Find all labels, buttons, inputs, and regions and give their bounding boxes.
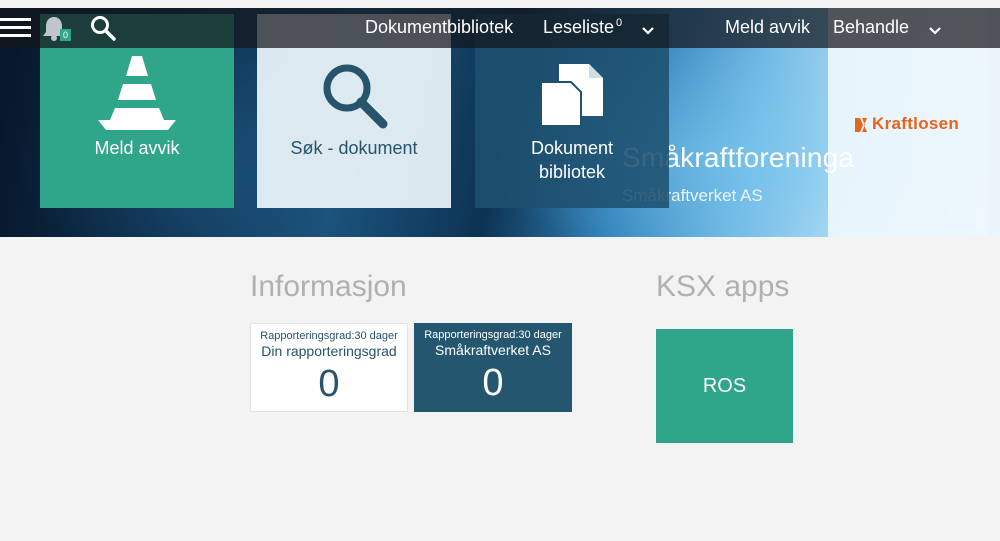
card-value: 0	[482, 362, 504, 404]
card-caption: Rapporteringsgrad:30 dager	[424, 329, 562, 341]
card-value: 0	[318, 363, 340, 405]
nav-behandle[interactable]: Behandle	[833, 17, 909, 38]
nav-leseliste-label: Leseliste	[543, 17, 615, 37]
notifications-bell-icon[interactable]: 0	[40, 14, 74, 44]
chevron-down-icon[interactable]	[641, 23, 655, 41]
reporting-card-personal[interactable]: Rapporteringsgrad:30 dager Din rapporter…	[250, 323, 408, 412]
search-icon	[319, 54, 389, 136]
chevron-down-icon[interactable]	[928, 23, 942, 41]
tile-label: Meld avvik	[94, 138, 180, 158]
nav-meld-avvik[interactable]: Meld avvik	[725, 17, 810, 38]
nav-leseliste[interactable]: Leseliste 0	[543, 17, 622, 38]
ksx-apps-heading: KSX apps	[656, 270, 790, 303]
hamburger-menu-icon[interactable]	[0, 18, 31, 38]
tile-label: Søk - dokument	[290, 138, 418, 158]
top-navigation-bar: 0 Dokumentbibliotek Leseliste 0 Meld avvi…	[0, 8, 1000, 48]
card-caption: Rapporteringsgrad:30 dager	[260, 330, 398, 342]
leseliste-count: 0	[616, 17, 623, 29]
traffic-cone-icon	[92, 54, 182, 136]
nav-dokumentbibliotek[interactable]: Dokumentbibliotek	[365, 17, 513, 38]
ros-app-tile[interactable]: ROS	[656, 329, 793, 443]
brand-logo: Kraftlosen	[854, 114, 959, 134]
informasjon-heading: Informasjon	[250, 270, 407, 303]
kraftlosen-logo-icon	[854, 117, 868, 132]
brand-logo-text: Kraftlosen	[872, 114, 960, 133]
reporting-card-company[interactable]: Rapporteringsgrad:30 dager Småkraftverke…	[414, 323, 572, 412]
tile-label: Dokument bibliotek	[530, 138, 614, 182]
documents-icon	[539, 54, 605, 136]
card-name: Småkraftverket AS	[435, 342, 551, 358]
search-icon[interactable]	[90, 15, 118, 43]
card-name: Din rapporteringsgrad	[261, 343, 397, 359]
notification-count-badge: 0	[60, 29, 72, 41]
